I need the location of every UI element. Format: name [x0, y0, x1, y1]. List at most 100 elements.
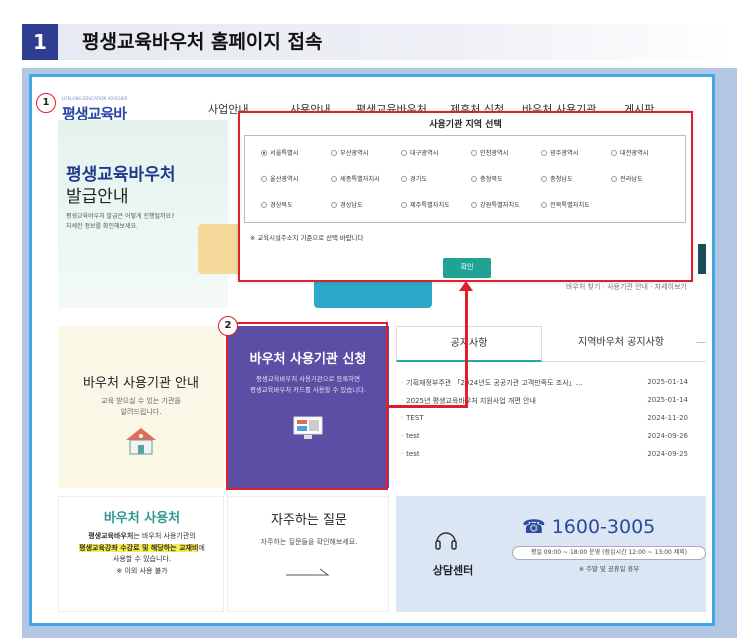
modal-note: ※ 교육시설주소지 기준으로 선택 바랍니다 — [250, 234, 364, 242]
notice-date: 2024-09-26 — [647, 432, 688, 440]
call-center-label: 상담센터 — [432, 564, 474, 577]
region-label: 대전광역시 — [620, 150, 649, 157]
callout-marker-2: 2 — [218, 316, 238, 336]
banner-desc-line1: 평생교육바우처 발급은 어떻게 진행될까요? — [66, 213, 175, 220]
bullet-icon: ◦ — [400, 432, 405, 440]
notice-date: 2024-09-25 — [647, 450, 688, 458]
region-option[interactable]: 강원특별자치도 — [471, 200, 520, 209]
notice-title: test — [406, 450, 420, 458]
region-option[interactable]: 충청남도 — [541, 174, 573, 183]
use-desc-line3: 사용할 수 있습니다. — [112, 555, 172, 563]
banner-desc-line2: 자세한 정보를 확인해보세요. — [66, 223, 138, 230]
notice-tabs: 공지사항 지역바우처 공지사항 — — [396, 326, 706, 362]
issuance-banner[interactable]: 평생교육바우처 발급안내 평생교육바우처 발급은 어떻게 진행될까요? 자세한 … — [58, 120, 228, 308]
notice-date: 2025-01-14 — [647, 396, 688, 404]
region-option[interactable]: 경상남도 — [331, 200, 363, 209]
notice-row[interactable]: ◦ 기획재정부주관 「2024년도 공공기관 고객만족도 조사」… 2025-01-… — [400, 378, 700, 392]
dark-side-strip — [698, 244, 706, 274]
radio-icon — [401, 202, 407, 208]
arrow-up-icon — [459, 281, 473, 291]
logo-subtext: LIFELONG EDUCATION VOUCHER — [62, 96, 128, 101]
institution-guide-card[interactable]: 바우처 사용기관 안내 교육 받으실 수 있는 기관을 알려드립니다. — [58, 326, 224, 488]
radio-icon — [541, 150, 547, 156]
notice-row[interactable]: ◦ test 2024-09-26 — [400, 432, 700, 446]
faq-description: 자주하는 질문들을 확인해보세요. — [260, 538, 358, 546]
operating-hours: 평일 09:00 ~ 18:00 운영 (점심시간 12:00 ~ 13:00 … — [512, 546, 706, 560]
faq-card[interactable]: 자주하는 질문 자주하는 질문들을 확인해보세요. — [227, 496, 389, 612]
radio-icon — [471, 202, 477, 208]
region-label: 울산광역시 — [270, 176, 299, 183]
notice-title: 기획재정부주관 「2024년도 공공기관 고객만족도 조사」… — [406, 379, 583, 387]
region-label: 충청남도 — [550, 176, 573, 183]
region-option[interactable]: 광주광역시 — [541, 148, 578, 157]
notice-row[interactable]: ◦ test 2024-09-25 — [400, 450, 700, 464]
use-title: 바우처 사용처 — [103, 511, 181, 526]
notice-title: test — [406, 432, 420, 440]
region-option[interactable]: 세종특별자치시 — [331, 174, 380, 183]
region-option[interactable]: 경기도 — [401, 174, 427, 183]
region-label: 서울특별시 — [270, 150, 299, 157]
radio-icon — [541, 176, 547, 182]
region-label: 강원특별자치도 — [480, 202, 520, 209]
pointer-arrow-vertical — [465, 290, 468, 407]
region-option[interactable]: 부산광역시 — [331, 148, 368, 157]
bullet-icon: ◦ — [400, 450, 405, 458]
radio-icon — [261, 202, 267, 208]
use-desc-line4: ※ 이외 사용 불가 — [116, 566, 168, 575]
headset-icon — [435, 532, 457, 550]
site-logo[interactable]: 평생교육바우처 LIFELONG EDUCATION VOUCHER — [62, 96, 128, 144]
region-option[interactable]: 경상북도 — [261, 200, 293, 209]
region-option[interactable]: 충청북도 — [471, 174, 503, 183]
radio-icon — [471, 150, 477, 156]
notice-title: 2025년 평생교육바우처 지원사업 개편 안내 — [406, 397, 536, 405]
guide-title: 바우처 사용기관 안내 — [83, 376, 199, 391]
region-label: 대구광역시 — [410, 150, 439, 157]
step-title: 평생교육바우처 홈페이지 접속 — [82, 31, 323, 53]
guide-desc-line2: 알려드립니다. — [120, 408, 162, 416]
region-label: 인천광역시 — [480, 150, 509, 157]
step-number: 1 — [22, 24, 58, 60]
region-label: 경상북도 — [270, 202, 293, 209]
holiday-note: ※ 주말 및 공휴일 휴무 — [578, 565, 640, 573]
notice-more-link[interactable]: — — [696, 326, 706, 362]
notice-date: 2024-11-20 — [647, 414, 688, 422]
region-label: 광주광역시 — [550, 150, 579, 157]
house-icon — [126, 428, 156, 455]
guide-description: 교육 받으실 수 있는 기관을 알려드립니다. — [78, 396, 204, 418]
radio-icon — [611, 176, 617, 182]
tab-regional-notice[interactable]: 지역바우처 공지사항 — [546, 326, 696, 362]
region-label: 경상남도 — [340, 202, 363, 209]
region-option[interactable]: 전라남도 — [611, 174, 643, 183]
use-description: 평생교육바우처는 바우처 사용기관의 평생교육강좌 수강료 및 해당하는 교재비… — [63, 531, 221, 577]
region-option[interactable]: 대구광역시 — [401, 148, 438, 157]
confirm-button[interactable]: 확인 — [443, 258, 491, 278]
tab-notice[interactable]: 공지사항 — [396, 326, 542, 362]
banner-side-links[interactable]: 바우처 찾기 · 사용기관 안내 · 자세히보기 — [566, 282, 687, 292]
region-option[interactable]: 인천광역시 — [471, 148, 508, 157]
region-option[interactable]: 제주특별자치도 — [401, 200, 450, 209]
region-label: 부산광역시 — [340, 150, 369, 157]
radio-icon — [471, 176, 477, 182]
region-option[interactable]: 울산광역시 — [261, 174, 298, 183]
region-select-modal: 사용기관 지역 선택 서울특별시 부산광역시 대구광역시 인천광역시 광주광역시… — [238, 111, 693, 282]
step-header: 1 평생교육바우처 홈페이지 접속 — [22, 24, 737, 60]
radio-icon — [541, 202, 547, 208]
use-desc-highlight: 평생교육강좌 수강료 및 해당하는 교재비 — [79, 543, 199, 552]
voucher-use-card[interactable]: 바우처 사용처 평생교육바우처는 바우처 사용기관의 평생교육강좌 수강료 및 … — [58, 496, 224, 612]
region-label: 전라남도 — [620, 176, 643, 183]
pointer-arrow-horizontal — [388, 405, 468, 408]
arrow-right-icon — [286, 568, 330, 576]
banner-description: 평생교육바우처 발급은 어떻게 진행될까요? 자세한 정보를 확인해보세요. — [66, 212, 216, 232]
region-option[interactable]: 대전광역시 — [611, 148, 648, 157]
region-option[interactable]: 전북특별자치도 — [541, 200, 590, 209]
notice-date: 2025-01-14 — [647, 378, 688, 386]
region-label: 충청북도 — [480, 176, 503, 183]
radio-icon — [261, 176, 267, 182]
region-label: 제주특별자치도 — [410, 202, 450, 209]
notice-row[interactable]: ◦ TEST 2024-11-20 — [400, 414, 700, 428]
region-option[interactable]: 서울특별시 — [261, 148, 298, 157]
callout-marker-1: 1 — [36, 93, 56, 113]
guide-desc-line1: 교육 받으실 수 있는 기관을 — [101, 397, 181, 405]
bullet-icon: ◦ — [400, 397, 405, 405]
phone-number[interactable]: ☎ 1600-3005 — [522, 516, 655, 538]
